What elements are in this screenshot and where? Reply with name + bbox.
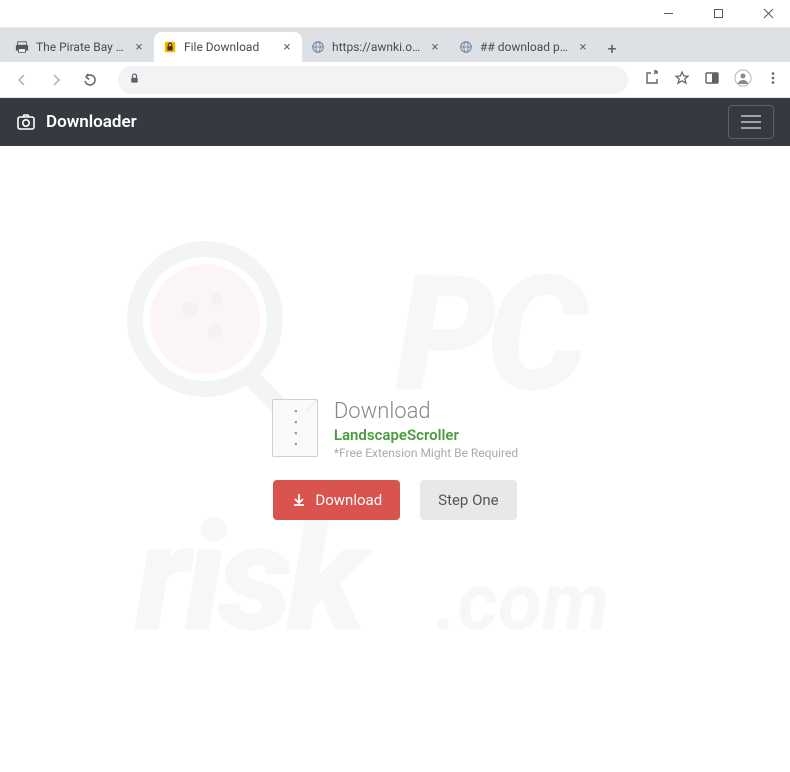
kebab-icon xyxy=(766,71,780,85)
zip-icon: ▪▪▪▪ xyxy=(290,406,300,450)
arrow-right-icon xyxy=(48,72,64,88)
panel-icon xyxy=(704,70,720,86)
bookmark-button[interactable] xyxy=(674,70,690,90)
menu-toggle-button[interactable] xyxy=(728,105,774,139)
brand-text: Downloader xyxy=(46,112,137,132)
download-filename: LandscapeScroller xyxy=(334,426,518,444)
browser-toolbar xyxy=(0,62,790,98)
share-button[interactable] xyxy=(644,70,660,90)
star-icon xyxy=(674,70,690,86)
tab-close-button[interactable]: × xyxy=(132,40,146,54)
address-bar[interactable] xyxy=(118,66,628,94)
step-one-button[interactable]: Step One xyxy=(420,480,516,520)
hamburger-icon xyxy=(741,115,761,117)
profile-icon xyxy=(734,69,752,87)
brand[interactable]: Downloader xyxy=(16,112,137,132)
download-info: ▪▪▪▪ Download LandscapeScroller *Free Ex… xyxy=(272,399,518,460)
arrow-left-icon xyxy=(14,72,30,88)
tab-title: The Pirate Bay - The ga... xyxy=(36,40,126,54)
step-one-label: Step One xyxy=(438,491,498,509)
tab-close-button[interactable]: × xyxy=(576,40,590,54)
file-icon: ▪▪▪▪ xyxy=(272,399,318,457)
lock-icon xyxy=(128,70,141,89)
camera-icon xyxy=(16,112,36,132)
download-heading: Download xyxy=(334,399,518,424)
window-titlebar xyxy=(0,0,790,28)
browser-tab-strip: The Pirate Bay - The ga... × File Downlo… xyxy=(0,28,790,62)
tab-close-button[interactable]: × xyxy=(428,40,442,54)
globe-icon xyxy=(458,39,474,55)
maximize-icon xyxy=(713,8,724,19)
download-button-label: Download xyxy=(315,491,382,509)
forward-button[interactable] xyxy=(44,68,68,92)
browser-tab[interactable]: The Pirate Bay - The ga... × xyxy=(6,32,154,62)
window-close-button[interactable] xyxy=(754,4,782,24)
page-content: PC risk .com ▪▪▪▪ Download LandscapeScro… xyxy=(0,146,790,772)
window-maximize-button[interactable] xyxy=(704,4,732,24)
close-icon xyxy=(763,8,774,19)
reload-button[interactable] xyxy=(78,68,102,92)
share-icon xyxy=(644,70,660,86)
new-tab-button[interactable]: + xyxy=(598,34,626,62)
download-note: *Free Extension Might Be Required xyxy=(334,446,518,460)
reload-icon xyxy=(82,72,98,88)
download-button[interactable]: Download xyxy=(273,480,400,520)
toolbar-actions xyxy=(644,69,780,91)
download-icon xyxy=(291,492,307,508)
minimize-icon xyxy=(663,8,674,19)
browser-tab[interactable]: ## download page ## × xyxy=(450,32,598,62)
download-card: ▪▪▪▪ Download LandscapeScroller *Free Ex… xyxy=(272,399,518,520)
browser-tab-active[interactable]: File Download × xyxy=(154,32,302,62)
window-minimize-button[interactable] xyxy=(654,4,682,24)
lock-favicon-icon xyxy=(162,39,178,55)
back-button[interactable] xyxy=(10,68,34,92)
tab-title: File Download xyxy=(184,40,274,54)
page-navbar: Downloader xyxy=(0,98,790,146)
printer-icon xyxy=(14,39,30,55)
tab-title: ## download page ## xyxy=(480,40,570,54)
browser-menu-button[interactable] xyxy=(766,70,780,89)
tab-title: https://awnki.ofchildr.b... xyxy=(332,40,422,54)
button-row: Download Step One xyxy=(273,480,516,520)
tab-close-button[interactable]: × xyxy=(280,40,294,54)
globe-icon xyxy=(310,39,326,55)
extensions-button[interactable] xyxy=(704,70,720,90)
profile-button[interactable] xyxy=(734,69,752,91)
svg-text:.com: .com xyxy=(435,555,609,649)
browser-tab[interactable]: https://awnki.ofchildr.b... × xyxy=(302,32,450,62)
